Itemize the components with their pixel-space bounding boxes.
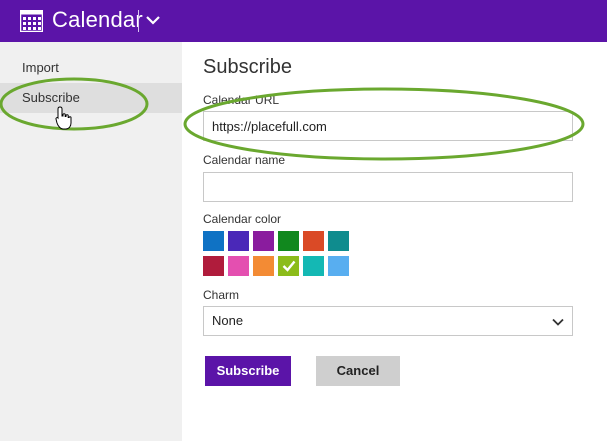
calendar-name-label: Calendar name — [203, 153, 286, 167]
calendar-url-input[interactable] — [203, 111, 573, 141]
color-swatch[interactable] — [303, 231, 324, 251]
calendar-grid-icon — [20, 10, 43, 32]
color-swatch[interactable] — [228, 256, 249, 276]
calendar-name-input[interactable] — [203, 172, 573, 202]
color-swatch[interactable] — [203, 256, 224, 276]
chevron-down-icon — [552, 318, 564, 326]
title-divider — [138, 10, 139, 32]
charm-label: Charm — [203, 288, 240, 302]
app-title: Calendar — [52, 7, 143, 32]
sidebar: Import Subscribe — [0, 42, 182, 441]
color-swatch[interactable] — [228, 231, 249, 251]
form-title: Subscribe — [203, 56, 292, 78]
subscribe-form: Subscribe Calendar URL Calendar name Cal… — [182, 42, 607, 441]
chevron-down-icon[interactable] — [146, 13, 160, 27]
color-swatch[interactable] — [303, 256, 324, 276]
checkmark-icon — [282, 260, 296, 272]
color-swatch[interactable] — [253, 231, 274, 251]
subscribe-button[interactable]: Subscribe — [205, 356, 291, 386]
color-swatch[interactable] — [278, 256, 299, 276]
sidebar-item-subscribe[interactable]: Subscribe — [0, 83, 182, 113]
calendar-color-label: Calendar color — [203, 212, 282, 226]
color-swatch[interactable] — [278, 231, 299, 251]
color-swatch[interactable] — [203, 231, 224, 251]
color-swatch[interactable] — [328, 256, 349, 276]
app-header: Calendar — [0, 0, 607, 42]
color-swatch[interactable] — [328, 231, 349, 251]
cancel-button[interactable]: Cancel — [316, 356, 400, 386]
charm-select[interactable]: None — [203, 306, 573, 336]
charm-select-value: None — [212, 313, 244, 328]
color-swatch[interactable] — [253, 256, 274, 276]
sidebar-item-import[interactable]: Import — [0, 53, 182, 83]
calendar-url-label: Calendar URL — [203, 93, 280, 107]
